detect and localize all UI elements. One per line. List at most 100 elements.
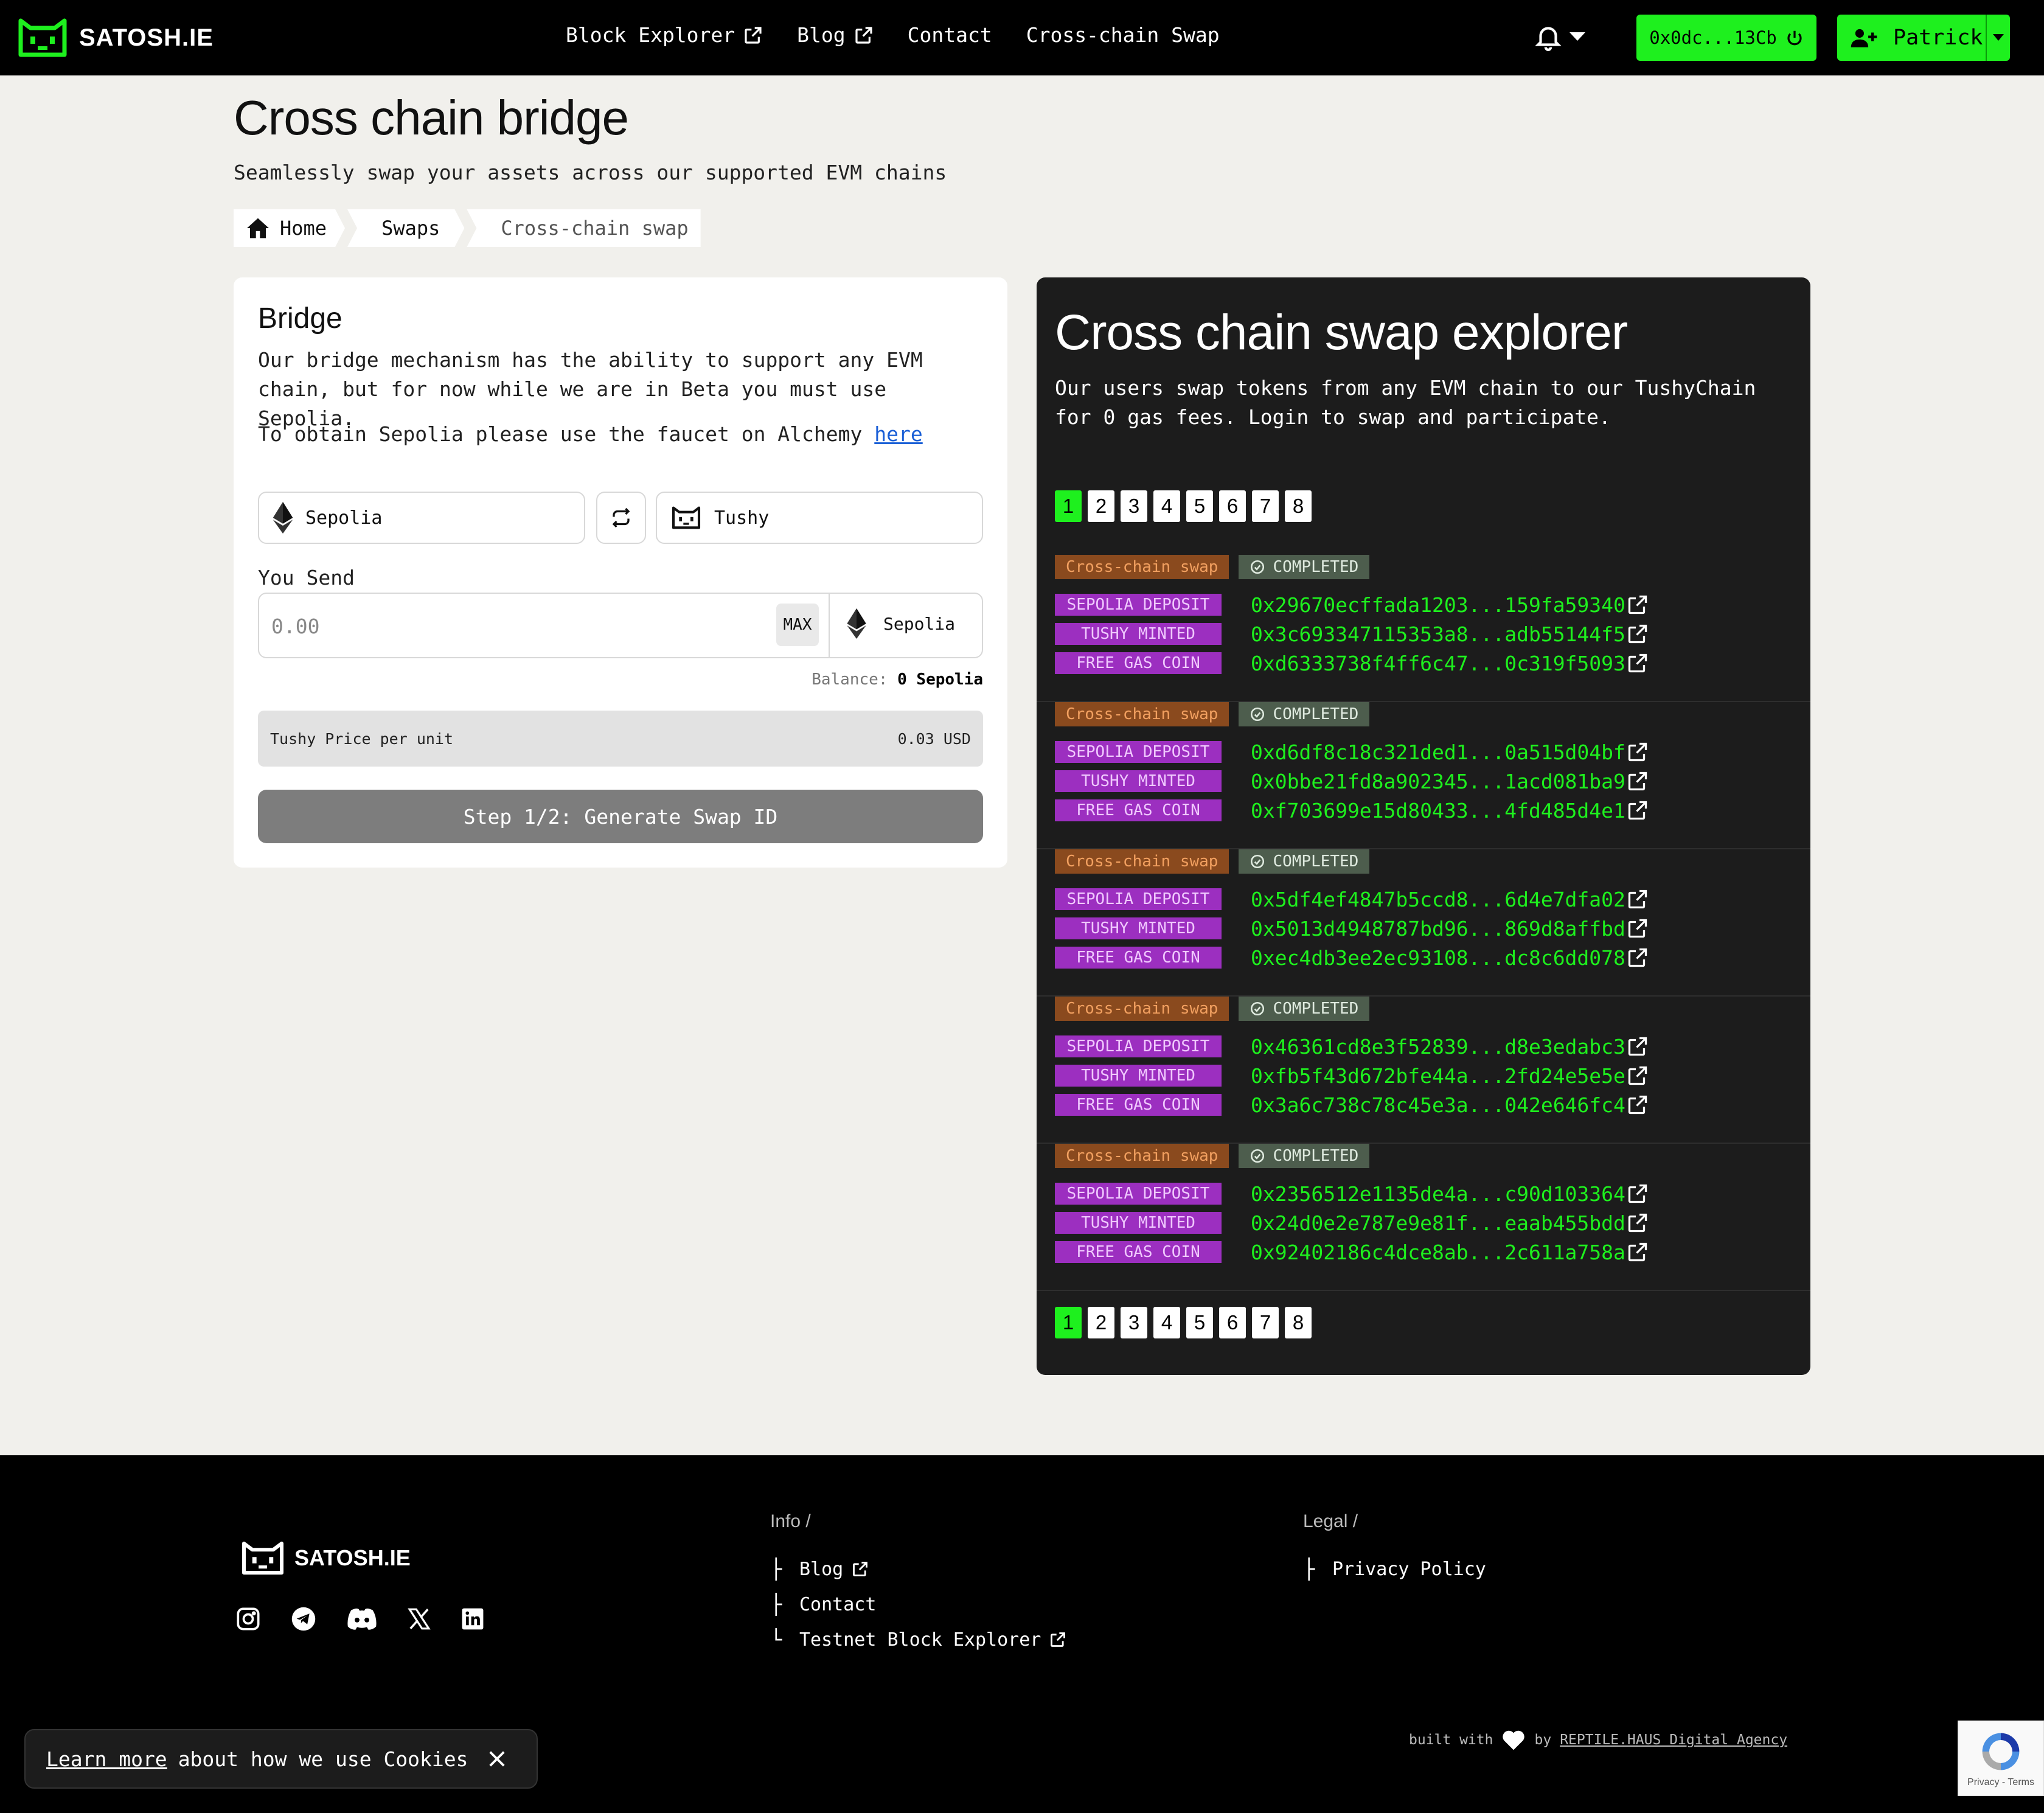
page-button-2[interactable]: 2	[1088, 1307, 1114, 1338]
tx-hash-link[interactable]: 0x5013d4948787bd96...869d8affbd	[1251, 917, 1625, 941]
tx-hash-link[interactable]: 0x46361cd8e3f52839...d8e3edabc3	[1251, 1035, 1625, 1059]
tx-hash-link[interactable]: 0x29670ecffada1203...159fa59340	[1251, 593, 1625, 617]
tx-external-link[interactable]	[1627, 1212, 1649, 1234]
notifications-dropdown[interactable]	[1533, 22, 1585, 52]
agency-link[interactable]: REPTILE.HAUS Digital Agency	[1560, 1732, 1787, 1748]
linkedin-icon[interactable]	[461, 1607, 484, 1633]
tx-hash-link[interactable]: 0x0bbe21fd8a902345...1acd081ba9	[1251, 770, 1625, 793]
tx-hash-link[interactable]: 0xd6df8c18c321ded1...0a515d04bf	[1251, 740, 1625, 764]
tx-hash-link[interactable]: 0x3a6c738c78c45e3a...042e646fc4	[1251, 1093, 1625, 1117]
user-menu-button[interactable]: Patrick	[1837, 15, 2010, 61]
page-button-3[interactable]: 3	[1121, 1307, 1147, 1338]
generate-swap-id-button[interactable]: Step 1/2: Generate Swap ID	[258, 790, 983, 843]
breadcrumb-swaps[interactable]: Swaps	[347, 209, 464, 247]
page-button-6[interactable]: 6	[1219, 1307, 1246, 1338]
page-button-5[interactable]: 5	[1186, 490, 1213, 522]
footer-logo-link[interactable]: SATOSH.IE	[240, 1539, 411, 1577]
to-chain-label: Tushy	[714, 507, 770, 529]
max-button[interactable]: MAX	[776, 604, 819, 646]
telegram-icon[interactable]	[291, 1606, 316, 1634]
page-button-5[interactable]: 5	[1186, 1307, 1213, 1338]
tx-type-badge: FREE GAS COIN	[1055, 1094, 1222, 1116]
check-circle-icon	[1251, 560, 1265, 574]
tx-external-link[interactable]	[1627, 1065, 1649, 1087]
tx-external-link[interactable]	[1627, 623, 1649, 645]
faucet-text: To obtain Sepolia please use the faucet …	[258, 422, 875, 446]
page-button-6[interactable]: 6	[1219, 490, 1246, 522]
footer-link-blog[interactable]: ├ Blog	[770, 1551, 1066, 1587]
external-link-icon	[1628, 919, 1647, 938]
swap-direction-button[interactable]	[596, 492, 646, 544]
tx-type-badge: TUSHY MINTED	[1055, 1212, 1222, 1234]
instagram-icon[interactable]	[236, 1607, 260, 1634]
footer-link-privacy-policy[interactable]: ├ Privacy Policy	[1303, 1551, 1486, 1587]
send-token-select[interactable]: Sepolia	[847, 608, 955, 639]
by-text: by	[1534, 1732, 1552, 1748]
tx-hash-link[interactable]: 0xec4db3ee2ec93108...dc8c6dd078	[1251, 946, 1625, 970]
page-button-2[interactable]: 2	[1088, 490, 1114, 522]
nav-block-explorer[interactable]: Block Explorer	[566, 23, 763, 47]
cookie-close-button[interactable]	[488, 1750, 506, 1768]
discord-icon[interactable]	[347, 1607, 377, 1634]
tx-hash-link[interactable]: 0xd6333738f4ff6c47...0c319f5093	[1251, 652, 1625, 675]
page-button-8[interactable]: 8	[1285, 490, 1312, 522]
price-info: Tushy Price per unit 0.03 USD	[258, 711, 983, 767]
tx-hash-link[interactable]: 0x5df4ef4847b5ccd8...6d4e7dfa02	[1251, 888, 1625, 911]
price-value: 0.03 USD	[897, 729, 971, 748]
swap-entry: Cross-chain swap COMPLETED SEPOLIA DEPOSIT…	[1037, 702, 1810, 849]
faucet-link[interactable]: here	[874, 422, 922, 446]
page-button-1[interactable]: 1	[1055, 490, 1082, 522]
tx-external-link[interactable]	[1627, 1094, 1649, 1116]
page-button-8[interactable]: 8	[1285, 1307, 1312, 1338]
tx-external-link[interactable]	[1627, 1183, 1649, 1205]
page-button-4[interactable]: 4	[1153, 1307, 1180, 1338]
tx-type-badge: TUSHY MINTED	[1055, 1065, 1222, 1087]
tx-hash-link[interactable]: 0x24d0e2e787e9e81f...eaab455bdd	[1251, 1211, 1625, 1235]
recaptcha-links[interactable]: Privacy - Terms	[1967, 1777, 2034, 1788]
tx-external-link[interactable]	[1627, 741, 1649, 763]
tx-hash-link[interactable]: 0x92402186c4dce8ab...2c611a758a	[1251, 1241, 1625, 1264]
tx-hash-link[interactable]: 0x3c693347115353a8...adb55144f5	[1251, 622, 1625, 646]
status-text: COMPLETED	[1273, 1147, 1359, 1165]
breadcrumb-home[interactable]: Home	[234, 209, 345, 247]
status-badge: COMPLETED	[1239, 702, 1370, 726]
tx-external-link[interactable]	[1627, 799, 1649, 821]
tx-external-link[interactable]	[1627, 917, 1649, 939]
tx-external-link[interactable]	[1627, 770, 1649, 792]
footer-link-testnet-explorer[interactable]: └ Testnet Block Explorer	[770, 1622, 1066, 1657]
page-button-4[interactable]: 4	[1153, 490, 1180, 522]
wallet-button[interactable]: 0x0dc...13Cb	[1636, 15, 1816, 61]
user-menu-caret[interactable]	[1986, 15, 2010, 61]
page-button-7[interactable]: 7	[1252, 1307, 1279, 1338]
external-link-icon	[1628, 742, 1647, 762]
logo-link[interactable]: SATOSH.IE	[16, 16, 214, 60]
x-icon[interactable]	[408, 1607, 431, 1633]
nav-contact[interactable]: Contact	[908, 23, 992, 47]
tx-external-link[interactable]	[1627, 1035, 1649, 1057]
page-button-1[interactable]: 1	[1055, 1307, 1082, 1338]
to-chain-select[interactable]: Tushy	[656, 492, 983, 544]
tx-type-badge: SEPOLIA DEPOSIT	[1055, 594, 1222, 616]
cookie-learn-more-link[interactable]: Learn more	[46, 1747, 167, 1771]
tx-external-link[interactable]	[1627, 947, 1649, 969]
nav-label: Contact	[907, 23, 992, 47]
from-chain-select[interactable]: Sepolia	[258, 492, 585, 544]
cookie-banner: Learn more about how we use Cookies	[24, 1729, 538, 1789]
page-button-3[interactable]: 3	[1121, 490, 1147, 522]
tx-external-link[interactable]	[1627, 888, 1649, 910]
page-button-7[interactable]: 7	[1252, 490, 1279, 522]
tx-external-link[interactable]	[1627, 594, 1649, 616]
tx-type-badge: SEPOLIA DEPOSIT	[1055, 1035, 1222, 1057]
swap-entry: Cross-chain swap COMPLETED SEPOLIA DEPOSIT…	[1037, 555, 1810, 702]
tx-external-link[interactable]	[1627, 652, 1649, 674]
nav-cross-chain-swap[interactable]: Cross-chain Swap	[1026, 23, 1220, 47]
amount-input[interactable]: 0.00 MAX Sepolia	[258, 593, 983, 658]
recaptcha-badge[interactable]: Privacy - Terms	[1958, 1721, 2044, 1796]
tx-external-link[interactable]	[1627, 1241, 1649, 1263]
tx-hash-link[interactable]: 0xf703699e15d80433...4fd485d4e1	[1251, 799, 1625, 823]
tx-hash-link[interactable]: 0xfb5f43d672bfe44a...2fd24e5e5e	[1251, 1064, 1625, 1088]
nav-blog[interactable]: Blog	[797, 23, 873, 47]
faucet-note: To obtain Sepolia please use the faucet …	[258, 422, 923, 446]
tx-hash-link[interactable]: 0x2356512e1135de4a...c90d103364	[1251, 1182, 1625, 1206]
footer-link-contact[interactable]: ├ Contact	[770, 1587, 1066, 1622]
